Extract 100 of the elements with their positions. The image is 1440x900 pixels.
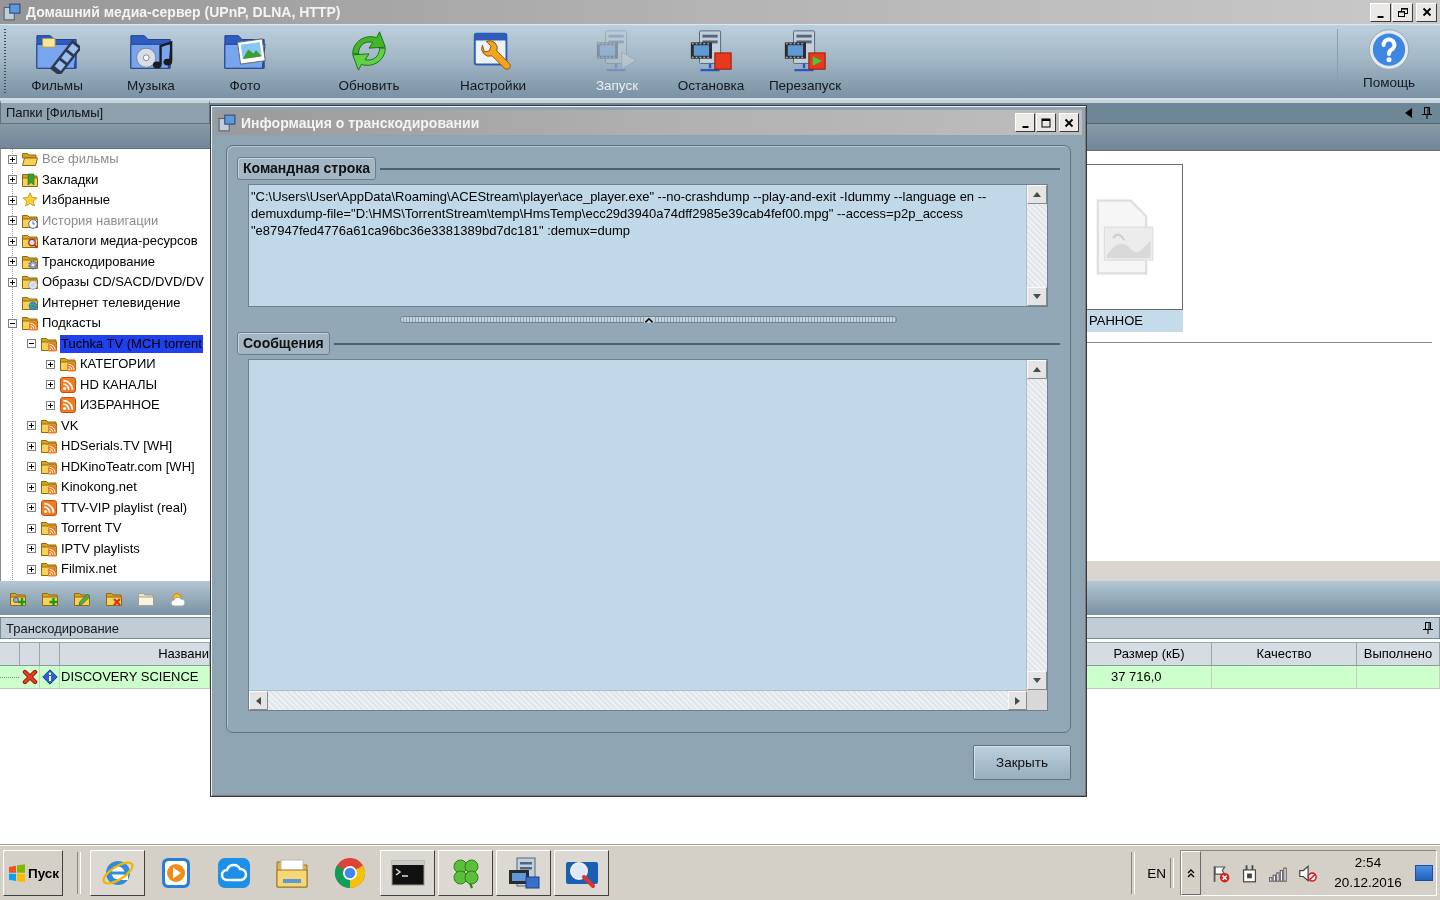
toolbar-button[interactable]: Настройки: [431, 25, 555, 98]
minimize-button[interactable]: [1015, 113, 1035, 132]
minimize-button[interactable]: [1370, 2, 1391, 22]
panel-title: Транскодирование: [6, 620, 120, 636]
plus-box-icon[interactable]: [8, 175, 17, 185]
arrow-left-icon: [256, 696, 261, 705]
open-folder-icon: [22, 151, 38, 168]
thumbnail-caption[interactable]: РАННОЕ: [1087, 310, 1183, 332]
group-title: Сообщения: [237, 332, 330, 355]
start-button[interactable]: Пуск: [3, 850, 63, 896]
plus-box-icon[interactable]: [27, 462, 36, 472]
plus-box-icon[interactable]: [8, 195, 17, 205]
toolbar-button[interactable]: Фильмы: [10, 25, 104, 98]
tree-item[interactable]: Избранные: [41, 191, 111, 210]
command-line-field[interactable]: "C:\Users\User\AppData\Roaming\ACEStream\player\ace_player.exe" --no-crashdump --play-and-exit -Idummy --language en --demuxdump-file="D:\HMS\TorrentStream\temp\HmsTemp\ecc29d3940a74dff2985e39cab4fef00.mpg" --access=p2p_access "e87947fed4776a61ca96bc36e3381389bd7dc181" :demux=dump: [248, 184, 1048, 307]
clock-date[interactable]: 20.12.2016: [1334, 873, 1402, 893]
plus-box-icon[interactable]: [27, 523, 36, 533]
plus-box-icon[interactable]: [27, 564, 36, 574]
panel-title: Папки [Фильмы]: [0, 100, 210, 124]
taskbar-button[interactable]: [554, 850, 609, 896]
rss-icon: [60, 376, 76, 393]
disc-folder-icon: [22, 274, 38, 291]
plus-box-icon[interactable]: [27, 441, 36, 451]
plus-box-icon[interactable]: [27, 503, 36, 513]
triangle-left-icon[interactable]: [1405, 108, 1412, 118]
arrow-right-icon: [1015, 696, 1020, 705]
messages-field[interactable]: [248, 359, 1048, 711]
plus-box-icon[interactable]: [46, 380, 55, 390]
plus-box-icon[interactable]: [27, 482, 36, 492]
scroll-down-button[interactable]: [1027, 287, 1047, 306]
scroll-right-button[interactable]: [1008, 691, 1027, 710]
plus-box-icon[interactable]: [8, 257, 17, 267]
server-window-icon: [218, 113, 236, 132]
help-button[interactable]: Помощь: [1342, 25, 1436, 90]
arrow-up-icon: [1033, 192, 1041, 197]
plus-box-icon[interactable]: [27, 544, 36, 554]
scrollbar[interactable]: [1026, 185, 1047, 306]
close-icon: [1421, 7, 1432, 17]
flag-cross-icon[interactable]: [1211, 863, 1230, 883]
rss-folder-icon: [41, 335, 57, 352]
rss-folder-icon: [41, 520, 57, 537]
scroll-left-button[interactable]: [249, 691, 268, 710]
tree-item[interactable]: Образы CD/SACD/DVD/DV: [41, 273, 206, 292]
scroll-down-button[interactable]: [1027, 671, 1047, 690]
pin-icon[interactable]: [1422, 107, 1432, 119]
minus-box-icon[interactable]: [27, 339, 36, 349]
minimize-icon: [1377, 15, 1384, 18]
cross-icon[interactable]: [21, 669, 38, 685]
plus-box-icon[interactable]: [8, 277, 17, 287]
toolbar-button[interactable]: Музыка: [104, 25, 198, 98]
group-title: Командная строка: [237, 157, 377, 180]
clock-time[interactable]: 2:54: [1354, 853, 1382, 873]
column-header[interactable]: Выполнено: [1357, 643, 1440, 665]
taskbar-button[interactable]: [380, 850, 435, 896]
plus-box-icon[interactable]: [46, 400, 55, 410]
taskbar-button[interactable]: [438, 850, 493, 896]
close-button[interactable]: [1416, 2, 1437, 22]
rss-folder-icon: [41, 561, 57, 578]
folder-pencil-icon[interactable]: [74, 590, 90, 607]
restore-button[interactable]: [1392, 2, 1413, 22]
server-stop-icon: [688, 28, 734, 74]
toolbar-button[interactable]: Остановка: [664, 25, 758, 98]
plus-box-icon[interactable]: [46, 359, 55, 369]
splitter-handle[interactable]: [400, 316, 897, 323]
taskbar-button[interactable]: [90, 850, 145, 896]
double-chevron-up-icon: [1187, 868, 1195, 878]
language-indicator[interactable]: EN: [1141, 865, 1168, 881]
plug-icon[interactable]: [1240, 863, 1259, 883]
folder-plus-icon[interactable]: [42, 590, 58, 607]
scroll-up-button[interactable]: [1027, 360, 1047, 379]
plus-box-icon[interactable]: [8, 236, 17, 246]
rss-folder-icon: [41, 540, 57, 557]
column-header[interactable]: Качество: [1212, 643, 1357, 665]
close-button[interactable]: [1059, 113, 1079, 132]
rss-folder-icon: [41, 417, 57, 434]
toolbar-button[interactable]: Обновить: [307, 25, 431, 98]
maximize-button[interactable]: [1036, 113, 1056, 132]
folder-plus-icon[interactable]: [10, 590, 26, 607]
folder-cross-icon[interactable]: [106, 590, 122, 607]
sun-cloud-icon[interactable]: [170, 590, 186, 607]
taskbar-button[interactable]: [496, 850, 551, 896]
close-button[interactable]: Закрыть: [973, 745, 1071, 780]
scroll-up-button[interactable]: [1027, 185, 1047, 204]
rss-folder-icon: [41, 479, 57, 496]
toolbar-button[interactable]: Перезапуск: [758, 25, 852, 98]
scrollbar[interactable]: [249, 690, 1027, 710]
scrollbar[interactable]: [1026, 360, 1047, 690]
info-icon[interactable]: [41, 669, 58, 685]
toolbar-button[interactable]: Фото: [198, 25, 292, 98]
dialog-title: Информация о транскодировании: [241, 114, 480, 131]
minus-box-icon[interactable]: [8, 318, 17, 328]
arrow-down-icon: [1033, 294, 1041, 299]
pin-icon[interactable]: [1423, 622, 1433, 634]
tray-expand-button[interactable]: [1181, 851, 1201, 895]
thumbnail[interactable]: [1087, 164, 1183, 310]
plus-box-icon[interactable]: [27, 421, 36, 431]
close-icon: [1064, 117, 1074, 128]
speaker-muted-icon[interactable]: [1298, 863, 1317, 883]
maximize-icon: [1041, 117, 1051, 128]
cloud-icon: [215, 855, 252, 891]
